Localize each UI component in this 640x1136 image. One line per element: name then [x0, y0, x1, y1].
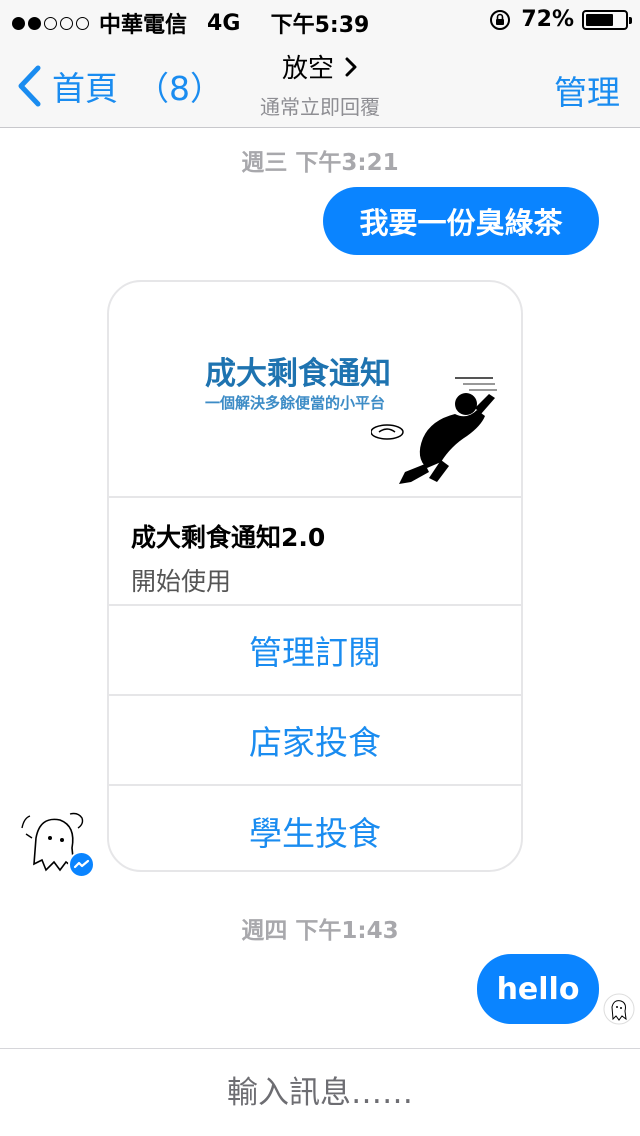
store-post-button[interactable]: 店家投食	[109, 696, 521, 786]
signal-dot	[12, 16, 25, 30]
signal-dot	[28, 16, 41, 30]
conversation-header[interactable]: 放空 通常立即回覆	[200, 48, 440, 120]
bot-card: 成大剩食通知 一個解決多餘便當的小平台 成大剩食通知2.0 開始使用 管理訂閱 …	[107, 280, 523, 872]
back-label: 首頁	[52, 69, 118, 108]
manage-subscription-button[interactable]: 管理訂閱	[109, 606, 521, 696]
status-right: 72%	[489, 7, 632, 32]
rotation-lock-icon	[490, 9, 511, 30]
battery-percent: 72%	[521, 7, 574, 32]
messenger-bolt-icon	[73, 859, 90, 869]
read-receipt-icon	[603, 993, 635, 1025]
carrier-name: 中華電信	[99, 13, 188, 38]
response-status: 通常立即回覆	[260, 95, 380, 119]
status-bar: 中華電信 4G 下午5:39 72%	[0, 0, 640, 40]
timestamp: 週四 下午1:43	[241, 918, 399, 944]
chevron-right-icon	[345, 57, 357, 76]
title-label: 放空	[281, 54, 334, 84]
card-text: 成大剩食通知2.0 開始使用	[109, 498, 521, 606]
navigation-bar: 首頁 （8） 放空 通常立即回覆 管理	[0, 40, 640, 128]
card-subtitle: 開始使用	[131, 567, 232, 596]
card-image[interactable]: 成大剩食通知 一個解決多餘便當的小平台	[109, 282, 521, 498]
card-title: 成大剩食通知2.0	[131, 523, 326, 552]
composer	[0, 1048, 640, 1136]
signal-dot	[60, 16, 73, 30]
student-post-button[interactable]: 學生投食	[109, 786, 521, 870]
outgoing-message[interactable]: 我要一份臭綠茶	[323, 187, 599, 255]
signal-dot	[76, 16, 89, 30]
battery-fill	[586, 13, 614, 26]
header: 中華電信 4G 下午5:39 72% 首頁 （8） 放空 通常立即回覆 管理	[0, 0, 640, 128]
battery-icon	[582, 9, 632, 30]
back-button[interactable]: 首頁 （8）	[16, 62, 223, 110]
status-left: 中華電信 4G	[12, 7, 240, 39]
messenger-badge-icon	[68, 851, 95, 878]
message-input[interactable]	[0, 1049, 640, 1136]
card-image-subtitle: 一個解決多餘便當的小平台	[205, 394, 386, 412]
chevron-left-icon	[18, 65, 41, 107]
network-type: 4G	[207, 10, 241, 36]
outgoing-message[interactable]: hello	[477, 954, 599, 1024]
conversation-title[interactable]: 放空	[282, 48, 358, 85]
signal-dot	[44, 16, 57, 30]
timestamp: 週三 下午3:21	[241, 150, 399, 176]
signal-strength-icon	[12, 16, 89, 30]
read-receipt-avatar	[603, 993, 635, 1025]
manage-button[interactable]: 管理	[554, 66, 620, 114]
person-illustration	[371, 377, 497, 484]
card-image-title: 成大剩食通知	[205, 356, 391, 392]
